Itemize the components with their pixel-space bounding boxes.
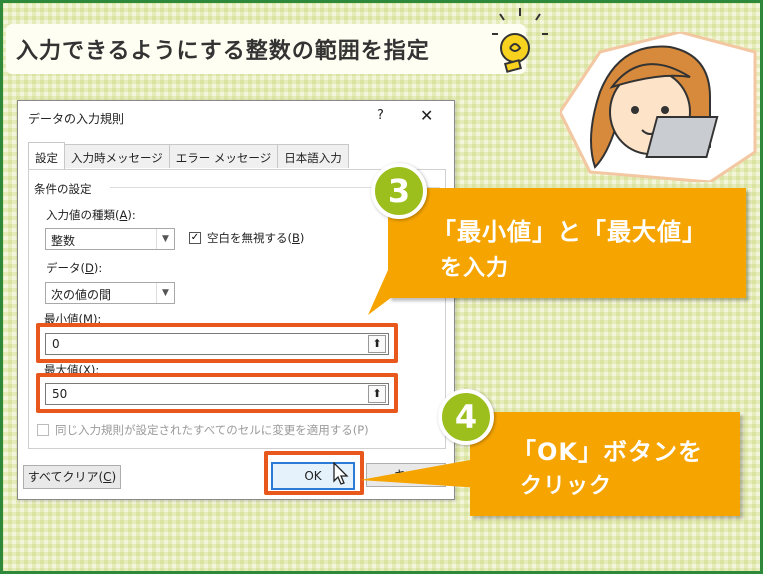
callout4-line2: クリック xyxy=(520,474,613,499)
dialog-tabs: 設定 入力時メッセージ エラー メッセージ 日本語入力 xyxy=(28,142,349,170)
data-select-value: 次の値の間 xyxy=(51,288,112,302)
allow-select[interactable]: 整数 ▼ xyxy=(45,228,175,250)
callout-pointer xyxy=(360,460,480,488)
tab-input-message[interactable]: 入力時メッセージ xyxy=(64,144,170,168)
lightbulb-icon xyxy=(492,8,548,73)
mouse-cursor-icon xyxy=(333,462,349,485)
min-highlight xyxy=(36,323,398,363)
max-highlight xyxy=(36,373,398,413)
step-badge-4: 4 xyxy=(438,389,494,445)
callout3-line2: を入力 xyxy=(440,256,510,281)
chevron-down-icon[interactable]: ▼ xyxy=(156,283,174,303)
tab-ime[interactable]: 日本語入力 xyxy=(277,144,349,168)
title-banner: 入力できるようにする整数の範囲を指定 xyxy=(6,24,526,74)
clear-all-button[interactable]: すべてクリア(C) xyxy=(23,465,121,489)
data-label: データ(D): xyxy=(46,261,103,275)
help-button[interactable]: ? xyxy=(377,108,384,123)
apply-all-label: 同じ入力規則が設定されたすべてのセルに変更を適用する(P) xyxy=(55,423,369,437)
ignore-blank-checkbox[interactable]: ✓ xyxy=(189,232,201,244)
tab-error-message[interactable]: エラー メッセージ xyxy=(168,144,279,168)
character-illustration xyxy=(560,32,757,182)
ignore-blank-label: 空白を無視する(B) xyxy=(207,231,305,245)
data-select[interactable]: 次の値の間 ▼ xyxy=(45,282,175,304)
callout3-line1: 「最小値」と「最大値」 xyxy=(432,218,707,246)
chevron-down-icon[interactable]: ▼ xyxy=(156,229,174,249)
close-button[interactable]: ✕ xyxy=(420,106,433,125)
allow-label: 入力値の種類(A): xyxy=(46,208,136,222)
conditions-heading: 条件の設定 xyxy=(34,182,92,196)
page-title: 入力できるようにする整数の範囲を指定 xyxy=(16,39,430,64)
callout4-line1: 「OK」ボタンを xyxy=(512,438,703,466)
tab-settings[interactable]: 設定 xyxy=(28,142,65,169)
allow-select-value: 整数 xyxy=(51,234,76,248)
apply-all-checkbox[interactable] xyxy=(37,424,49,436)
dialog-title: データの入力規則 xyxy=(28,112,125,126)
step-badge-3: 3 xyxy=(371,163,427,219)
